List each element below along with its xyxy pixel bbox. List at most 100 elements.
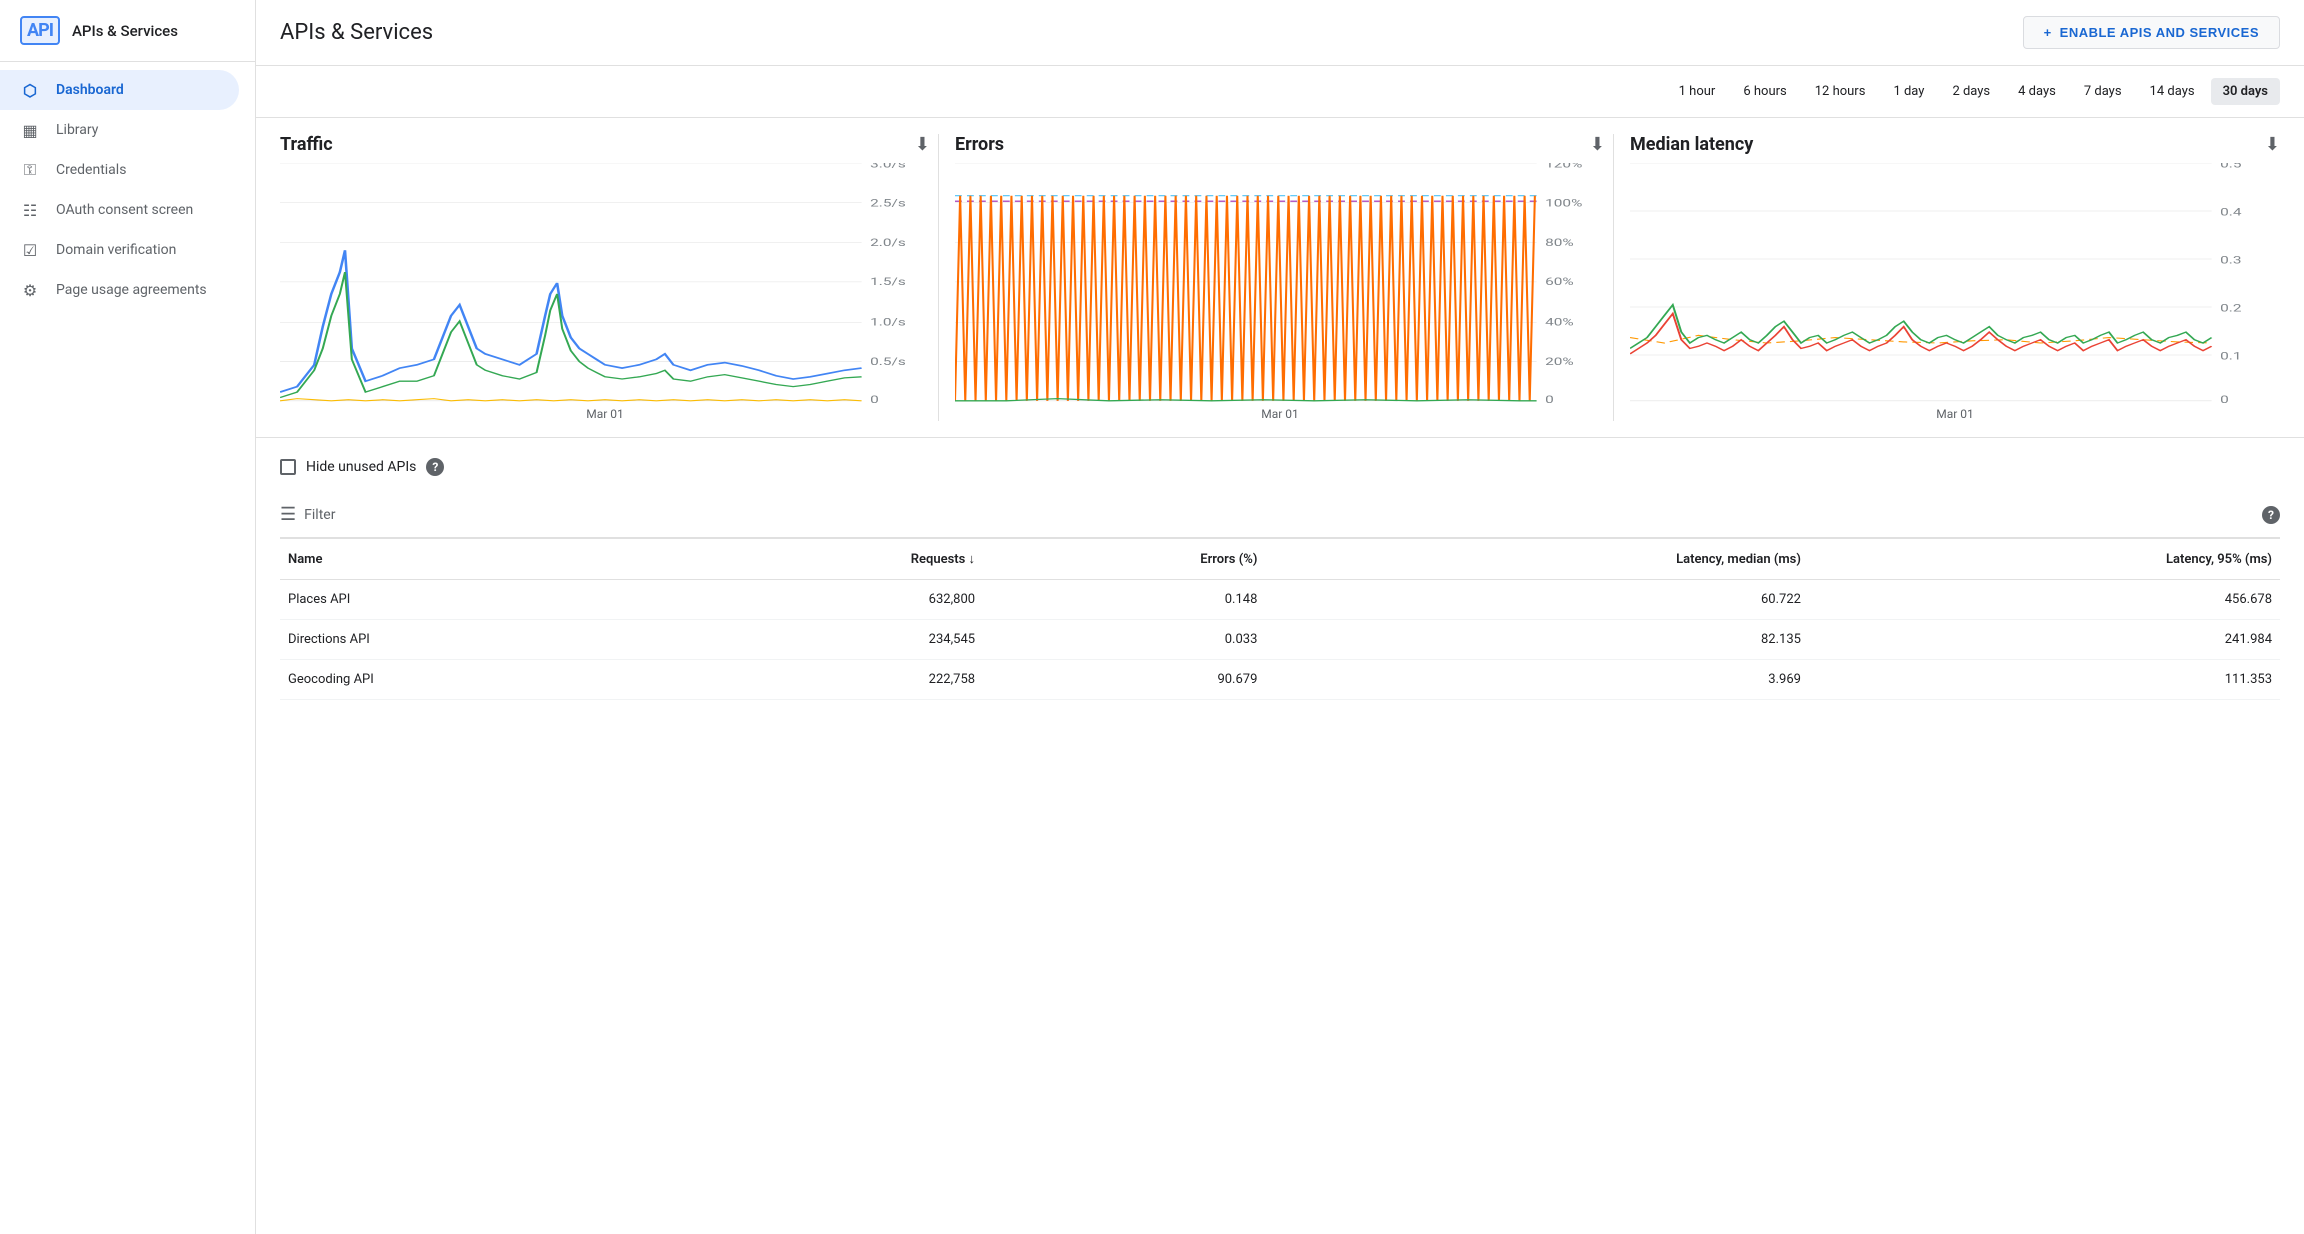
cell-latency_med: 3.969 (1265, 660, 1809, 700)
sidebar-item-page-usage[interactable]: ⚙ Page usage agreements (0, 270, 239, 310)
table-header-row: NameRequests ↓Errors (%)Latency, median … (280, 539, 2280, 580)
main-header: APIs & Services + ENABLE APIS AND SERVIC… (256, 0, 2304, 66)
nav-label-library: Library (56, 122, 98, 138)
sidebar-header: API APIs & Services (0, 0, 255, 62)
svg-text:2.0/s: 2.0/s (870, 238, 906, 249)
cell-errors: 0.148 (983, 580, 1265, 620)
hide-unused-help-icon[interactable]: ? (426, 458, 444, 476)
cell-requests: 234,545 (673, 620, 983, 660)
errors-download-icon[interactable]: ⬇ (1590, 134, 1605, 155)
enable-button-label: ENABLE APIS AND SERVICES (2060, 25, 2259, 40)
hide-unused-checkbox[interactable] (280, 459, 296, 475)
cell-latency_med: 82.135 (1265, 620, 1809, 660)
traffic-download-icon[interactable]: ⬇ (915, 134, 930, 155)
time-btn-30-days[interactable]: 30 days (2211, 78, 2280, 105)
time-btn-4-days[interactable]: 4 days (2006, 78, 2068, 105)
cell-name: Geocoding API (280, 660, 673, 700)
time-btn-2-days[interactable]: 2 days (1940, 78, 2002, 105)
svg-text:80%: 80% (1545, 238, 1574, 249)
filter-label: Filter (304, 507, 335, 523)
errors-svg: 120% 100% 80% 60% 40% 20% 0 (955, 163, 1605, 403)
plus-icon: + (2044, 25, 2052, 40)
table-help-icon[interactable]: ? (2262, 506, 2280, 524)
nav-label-oauth: OAuth consent screen (56, 202, 193, 218)
svg-text:2.5/s: 2.5/s (870, 198, 906, 209)
traffic-chart-title: Traffic (280, 134, 333, 155)
col-header-name[interactable]: Name (280, 539, 673, 580)
latency-chart-header: Median latency ⬇ (1630, 134, 2280, 155)
errors-x-label: Mar 01 (955, 407, 1605, 421)
svg-text:0.5/s: 0.5/s (870, 356, 906, 367)
svg-text:1.5/s: 1.5/s (870, 277, 906, 288)
nav-icon-oauth: ☷ (20, 200, 40, 220)
svg-text:100%: 100% (1545, 198, 1582, 209)
time-btn-1-day[interactable]: 1 day (1881, 78, 1936, 105)
hide-unused-label: Hide unused APIs (306, 459, 416, 475)
time-range-bar: 1 hour6 hours12 hours1 day2 days4 days7 … (256, 66, 2304, 118)
sidebar-item-oauth[interactable]: ☷ OAuth consent screen (0, 190, 239, 230)
traffic-chart: Traffic ⬇ (280, 134, 930, 421)
nav-label-page-usage: Page usage agreements (56, 282, 207, 298)
cell-latency_95: 456.678 (1809, 580, 2280, 620)
sidebar: API APIs & Services ⬡ Dashboard ▦ Librar… (0, 0, 256, 1234)
svg-text:60%: 60% (1545, 277, 1574, 288)
latency-chart: Median latency ⬇ (1613, 134, 2280, 421)
nav-icon-domain: ☑ (20, 240, 40, 260)
filter-icon: ☰ (280, 504, 296, 525)
cell-requests: 222,758 (673, 660, 983, 700)
nav-icon-library: ▦ (20, 120, 40, 140)
api-logo: API (20, 16, 60, 45)
sidebar-app-title: APIs & Services (72, 22, 178, 40)
time-btn-6-hours[interactable]: 6 hours (1731, 78, 1798, 105)
filter-bar: ☰ Filter ? (280, 492, 2280, 539)
col-header-requests[interactable]: Requests ↓ (673, 539, 983, 580)
api-table: NameRequests ↓Errors (%)Latency, median … (280, 539, 2280, 700)
table-row: Directions API234,5450.03382.135241.984 (280, 620, 2280, 660)
nav-label-domain: Domain verification (56, 242, 176, 258)
time-btn-1-hour[interactable]: 1 hour (1667, 78, 1728, 105)
svg-text:0.2: 0.2 (2220, 303, 2241, 314)
traffic-svg: 3.0/s 2.5/s 2.0/s 1.5/s 1.0/s 0.5/s 0 (280, 163, 930, 403)
nav-label-dashboard: Dashboard (56, 82, 124, 98)
errors-chart: Errors ⬇ (938, 134, 1605, 421)
time-btn-7-days[interactable]: 7 days (2072, 78, 2134, 105)
time-btn-14-days[interactable]: 14 days (2138, 78, 2207, 105)
svg-text:0.4: 0.4 (2220, 207, 2241, 218)
svg-text:1.0/s: 1.0/s (870, 317, 906, 328)
sidebar-item-credentials[interactable]: ⚿ Credentials (0, 150, 239, 190)
svg-text:0: 0 (1545, 395, 1554, 403)
col-header-errors: Errors (%) (983, 539, 1265, 580)
svg-text:0.3: 0.3 (2220, 255, 2241, 266)
col-header-latency_95: Latency, 95% (ms) (1809, 539, 2280, 580)
sidebar-item-dashboard[interactable]: ⬡ Dashboard (0, 70, 239, 110)
cell-name: Places API (280, 580, 673, 620)
cell-errors: 0.033 (983, 620, 1265, 660)
svg-text:0: 0 (870, 395, 879, 403)
latency-download-icon[interactable]: ⬇ (2265, 134, 2280, 155)
svg-text:120%: 120% (1545, 163, 1582, 170)
sidebar-item-domain[interactable]: ☑ Domain verification (0, 230, 239, 270)
enable-apis-button[interactable]: + ENABLE APIS AND SERVICES (2023, 16, 2280, 49)
time-btn-12-hours[interactable]: 12 hours (1803, 78, 1878, 105)
cell-latency_med: 60.722 (1265, 580, 1809, 620)
hide-unused-row: Hide unused APIs ? (280, 458, 2280, 476)
traffic-chart-header: Traffic ⬇ (280, 134, 930, 155)
latency-chart-title: Median latency (1630, 134, 1753, 155)
cell-latency_95: 111.353 (1809, 660, 2280, 700)
latency-chart-area: 0.5 0.4 0.3 0.2 0.1 0 (1630, 163, 2280, 403)
charts-section: Traffic ⬇ (256, 118, 2304, 438)
nav-icon-page-usage: ⚙ (20, 280, 40, 300)
main-content: APIs & Services + ENABLE APIS AND SERVIC… (256, 0, 2304, 1234)
cell-errors: 90.679 (983, 660, 1265, 700)
col-header-latency_med: Latency, median (ms) (1265, 539, 1809, 580)
filter-left[interactable]: ☰ Filter (280, 504, 335, 525)
page-title: APIs & Services (280, 20, 2003, 45)
table-row: Places API632,8000.14860.722456.678 (280, 580, 2280, 620)
sidebar-nav: ⬡ Dashboard ▦ Library ⚿ Credentials ☷ OA… (0, 62, 255, 1234)
traffic-x-label: Mar 01 (280, 407, 930, 421)
svg-text:0: 0 (2220, 395, 2229, 403)
errors-chart-area: 120% 100% 80% 60% 40% 20% 0 (955, 163, 1605, 403)
nav-label-credentials: Credentials (56, 162, 126, 178)
table-row: Geocoding API222,75890.6793.969111.353 (280, 660, 2280, 700)
sidebar-item-library[interactable]: ▦ Library (0, 110, 239, 150)
